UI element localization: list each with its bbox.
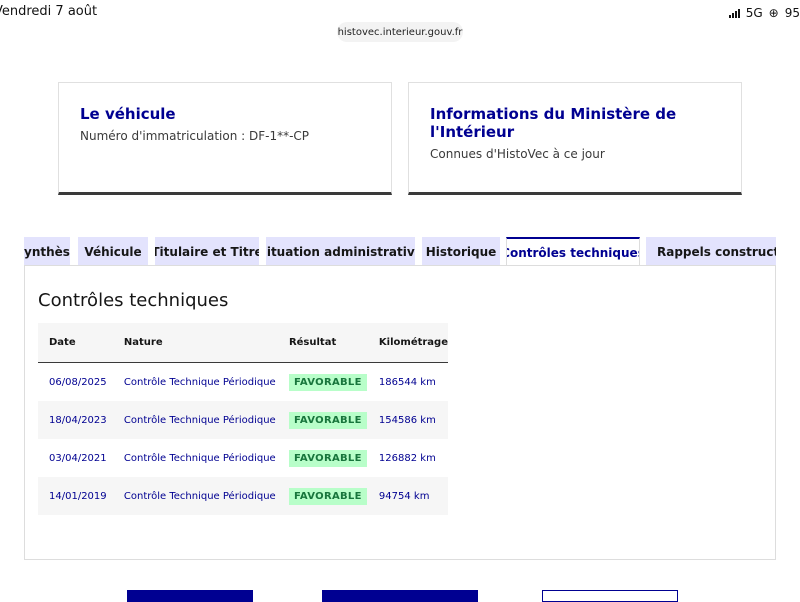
signal-icon [728,8,740,18]
ministry-card-title: Informations du Ministère de l'Intérieur [430,105,677,141]
vehicle-card-title: Le véhicule [80,105,176,123]
tab-situation-label: Situation administrative [266,244,415,259]
table-row: 14/01/2019 Contrôle Technique Périodique… [38,477,448,515]
table-header-row: Date Nature Résultat Kilométrage [38,323,448,363]
network-label: 5G [745,6,763,20]
tab-synthese-label: ynthèse [24,244,70,259]
tab-rappels-label: Rappels constructeurs [657,244,776,259]
address-bar-url: histovec.interieur.gouv.fr [337,26,463,38]
tab-vehicule-label: Véhicule [84,244,142,259]
row-km: 126882 km [378,452,436,464]
result-badge: FAVORABLE [288,411,367,429]
row-date: 14/01/2019 [38,477,113,515]
tab-historique-label: Historique [425,244,497,259]
row-date: 03/04/2021 [49,452,107,464]
tab-situation[interactable]: Situation administrative [266,237,415,266]
row-date: 18/04/2023 [38,401,113,439]
action-button-2[interactable] [322,590,478,602]
row-km: 154586 km [367,401,448,439]
table-row: 03/04/2021 Contrôle Technique Périodique… [38,439,448,477]
row-nature: Contrôle Technique Périodique [112,401,278,439]
row-km: 186544 km [378,376,436,388]
tab-historique[interactable]: Historique [422,237,500,266]
tab-rappels[interactable]: Rappels constructeurs [646,237,776,266]
battery-level: 95 [784,6,800,20]
col-result: Résultat [277,323,368,363]
vehicle-card: Le véhicule Numéro d'immatriculation : D… [58,82,392,195]
row-km: 94754 km [367,477,448,515]
status-date: Vendredi 7 août [0,4,98,19]
ministry-card-text: Connues d'HistoVec à ce jour [430,147,605,161]
inspections-table: Date Nature Résultat Kilométrage 06/08/2… [38,323,448,515]
tab-synthese[interactable]: ynthèse [24,237,70,266]
tab-panel: Contrôles techniques Date Nature Résulta… [24,265,776,560]
tab-vehicule[interactable]: Véhicule [78,237,148,266]
address-bar[interactable]: histovec.interieur.gouv.fr [337,22,463,42]
action-button-3[interactable] [542,590,678,602]
col-nature: Nature [112,323,278,363]
result-badge: FAVORABLE [288,449,367,467]
result-badge: FAVORABLE [288,487,367,505]
action-button-1[interactable] [127,590,253,602]
tab-titulaire-label: Titulaire et Titre [155,244,259,259]
result-badge: FAVORABLE [288,373,367,391]
orientation-lock-icon: ⊕ [768,6,779,20]
table-row: 06/08/2025 Contrôle Technique Périodique… [38,363,448,402]
col-km: Kilométrage [367,323,448,363]
row-nature: Contrôle Technique Périodique [112,477,278,515]
row-nature: Contrôle Technique Périodique [123,376,276,388]
col-date: Date [38,323,113,363]
tab-controles-label: Contrôles techniques [506,245,640,260]
table-row: 18/04/2023 Contrôle Technique Périodique… [38,401,448,439]
row-date: 06/08/2025 [49,376,107,388]
ministry-card: Informations du Ministère de l'Intérieur… [408,82,742,195]
panel-title: Contrôles techniques [38,290,229,311]
row-nature: Contrôle Technique Périodique [123,452,276,464]
tab-titulaire[interactable]: Titulaire et Titre [155,237,259,266]
tab-controles-techniques[interactable]: Contrôles techniques [506,237,640,266]
vehicle-card-text: Numéro d'immatriculation : DF-1**-CP [80,129,310,143]
status-right: 5G ⊕ 95 [728,6,800,20]
tab-bar: ynthèse Véhicule Titulaire et Titre Situ… [0,237,800,266]
